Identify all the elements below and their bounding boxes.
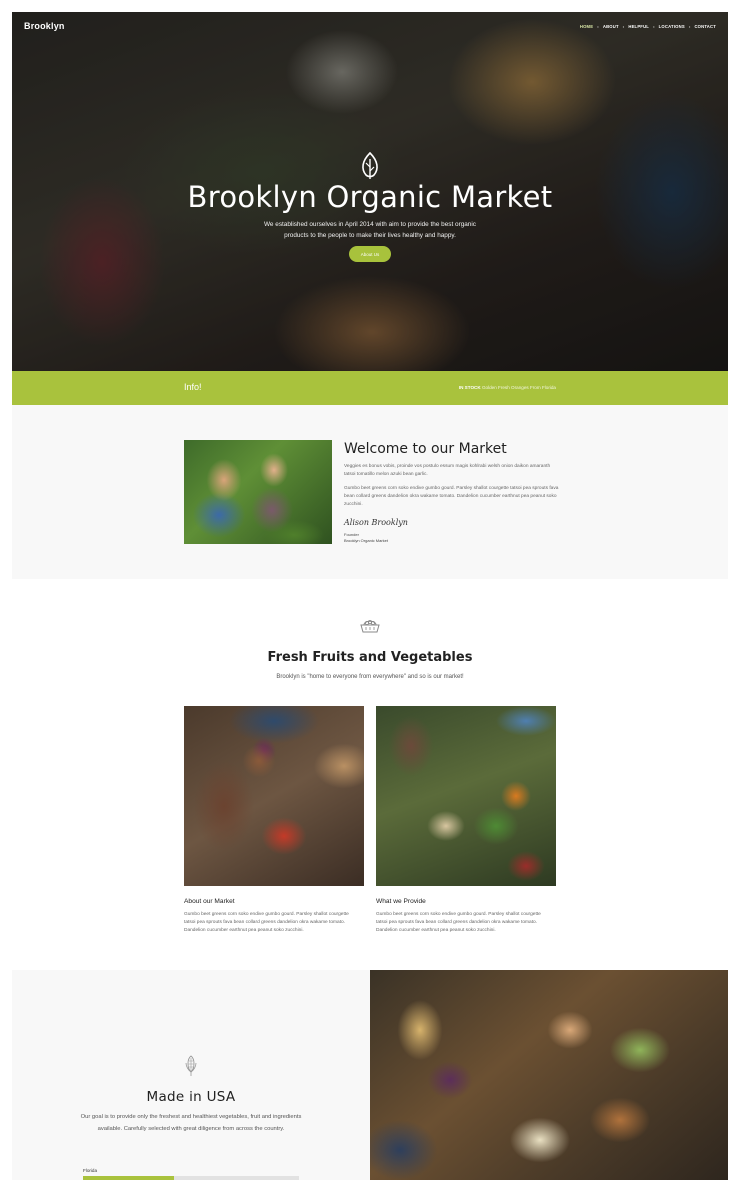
card-title-about[interactable]: About our Market — [184, 898, 235, 905]
info-news[interactable]: IN STOCK Golden Fresh Oranges From Flori… — [459, 385, 556, 390]
hero-title: Brooklyn Organic Market — [187, 180, 553, 214]
info-title: Info! — [184, 382, 202, 392]
produce-stand-photo — [370, 970, 728, 1180]
nav-about[interactable]: ABOUT — [603, 24, 619, 29]
what-we-provide-photo[interactable] — [376, 706, 556, 886]
nav-contact[interactable]: CONTACT — [694, 24, 716, 29]
hero-subtitle: We established ourselves in April 2014 w… — [264, 221, 476, 239]
hero-section: Brooklyn HOME • ABOUT • HELPFUL • LOCATI… — [12, 12, 728, 371]
progress-fill — [83, 1176, 174, 1180]
corn-icon — [185, 1055, 197, 1076]
welcome-section: Welcome to our Market Veggies es bonus v… — [12, 405, 728, 579]
nav-locations[interactable]: LOCATIONS — [659, 24, 685, 29]
usa-title: Made in USA — [146, 1089, 236, 1105]
nav-separator: • — [597, 24, 599, 29]
nav-separator: • — [653, 24, 655, 29]
founder-role: Founder Brooklyn Organic Market — [344, 532, 388, 544]
brand-logo[interactable]: Brooklyn — [24, 21, 65, 31]
founder-signature: Alison Brooklyn — [344, 518, 408, 527]
card-title-provide[interactable]: What we Provide — [376, 898, 426, 905]
welcome-paragraph-2: Gumbo beet greens corn soko endive gumbo… — [344, 486, 559, 507]
fresh-title: Fresh Fruits and Vegetables — [267, 650, 473, 665]
nav-helpful[interactable]: HELPFUL — [628, 24, 649, 29]
nav-separator: • — [688, 24, 691, 29]
progress-track — [83, 1176, 299, 1180]
usa-text: Our goal is to provide only the freshest… — [80, 1114, 302, 1132]
founder-org: Brooklyn Organic Market — [344, 538, 389, 543]
news-tag: IN STOCK — [458, 385, 481, 390]
nav-separator: • — [622, 24, 625, 29]
main-nav: HOME • ABOUT • HELPFUL • LOCATIONS • CON… — [580, 24, 716, 29]
made-in-usa-section: Made in USA Our goal is to provide only … — [12, 970, 370, 1180]
nav-home[interactable]: HOME — [580, 24, 593, 29]
market-people-photo — [184, 440, 332, 544]
welcome-paragraph-1: Veggies es bonus vobis, proinde vos post… — [344, 464, 551, 477]
welcome-title: Welcome to our Market — [344, 441, 507, 457]
progress-label: Florida — [83, 1168, 98, 1173]
card-text-about: Gumbo beet greens corn soko endive gumbo… — [184, 912, 349, 934]
leaf-icon — [362, 151, 378, 179]
fresh-subtitle: Brooklyn is "home to everyone from every… — [276, 674, 464, 680]
basket-icon — [360, 620, 380, 633]
news-text: Golden Fresh Oranges From Florida — [481, 385, 556, 390]
about-us-button[interactable]: About Us — [349, 246, 391, 262]
info-bar: Info! IN STOCK Golden Fresh Oranges From… — [12, 371, 728, 405]
about-market-photo[interactable] — [184, 706, 364, 886]
card-text-provide: Gumbo beet greens corn soko endive gumbo… — [376, 912, 541, 934]
